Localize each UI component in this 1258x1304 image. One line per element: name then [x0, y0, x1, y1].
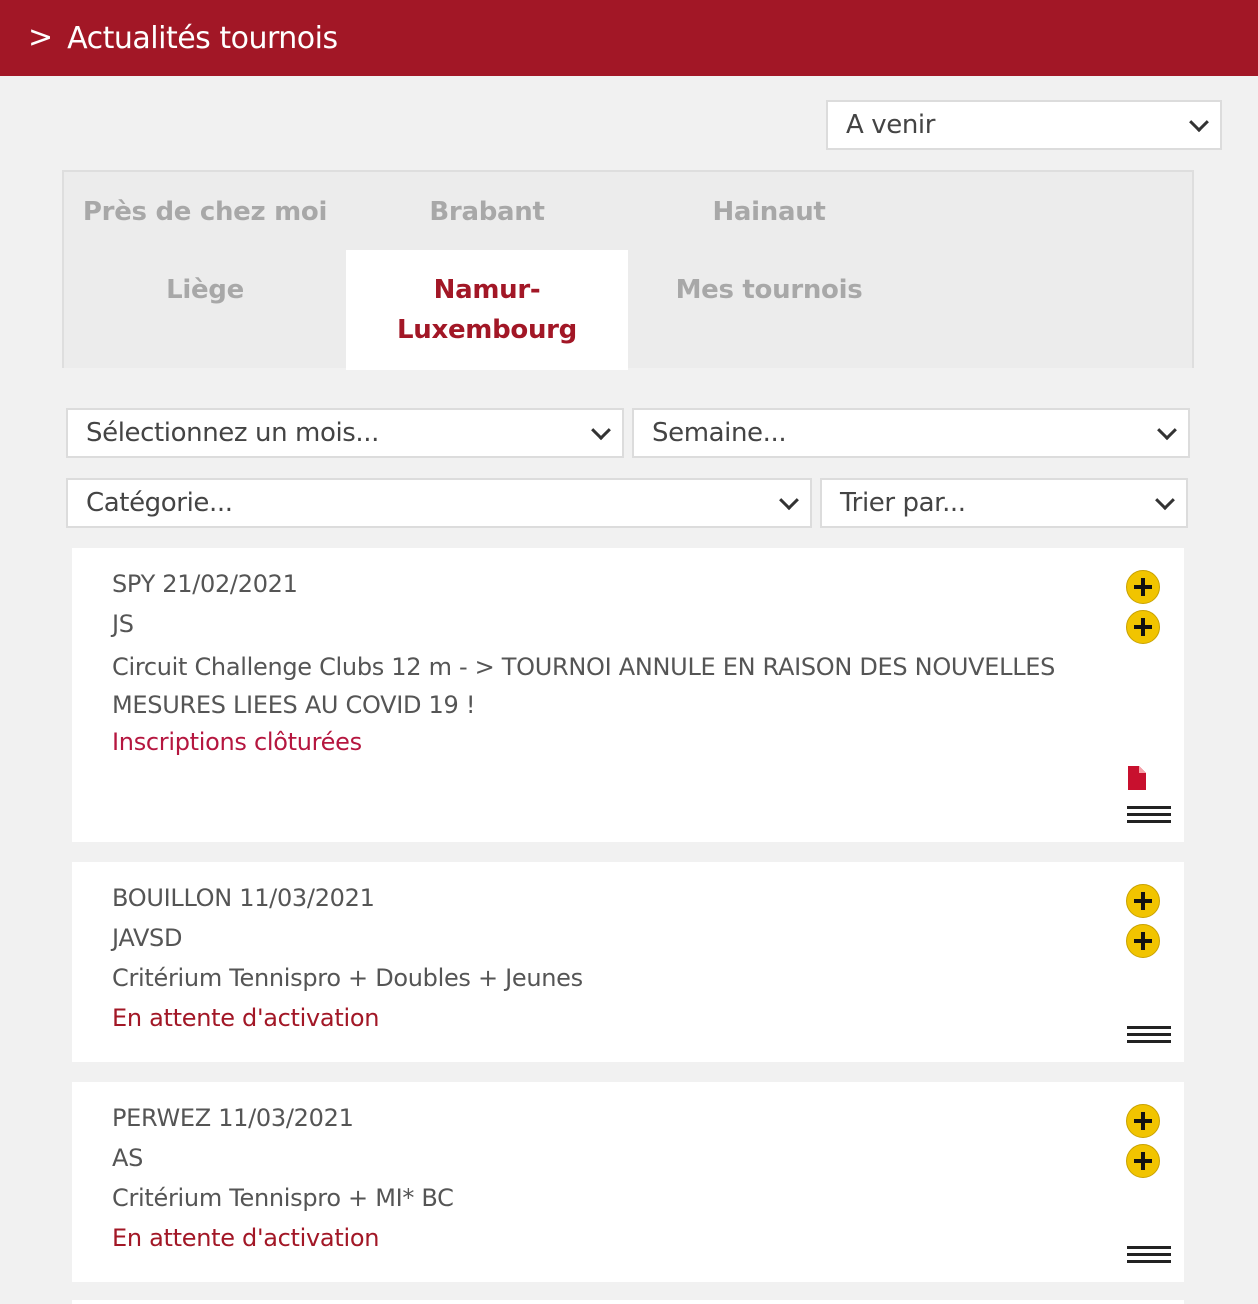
month-select-value: Sélectionnez un mois...: [86, 418, 380, 448]
tournament-code: JAVSD: [112, 924, 183, 952]
tab-label: Liège: [166, 275, 244, 305]
tab-hainaut[interactable]: Hainaut: [628, 186, 910, 238]
period-select-value: A venir: [846, 110, 936, 140]
add-plus-icon[interactable]: [1126, 1144, 1160, 1178]
tab-label: Près de chez moi: [82, 197, 328, 227]
tournament-card-partial: [72, 1300, 1184, 1304]
tab-label: Mes tournois: [675, 275, 863, 305]
tournament-card: BOUILLON 11/03/2021 JAVSD Critérium Tenn…: [72, 862, 1184, 1062]
pdf-document-icon[interactable]: [1128, 766, 1146, 790]
hamburger-menu-icon[interactable]: [1127, 806, 1171, 824]
month-select[interactable]: Sélectionnez un mois...: [66, 408, 624, 458]
tournament-title[interactable]: SPY 21/02/2021: [112, 570, 298, 598]
tournament-title[interactable]: BOUILLON 11/03/2021: [112, 884, 375, 912]
tournament-description: Critérium Tennispro + MI* BC: [112, 1184, 454, 1212]
category-select[interactable]: Catégorie...: [66, 478, 812, 528]
chevron-down-icon: [1157, 420, 1177, 441]
page-title: Actualités tournois: [67, 20, 338, 56]
region-tabs: Près de chez moi Brabant Hainaut Liège N…: [62, 170, 1194, 370]
week-select-value: Semaine...: [652, 418, 787, 448]
tab-label-line1: Namur-: [433, 275, 541, 305]
hamburger-menu-icon[interactable]: [1127, 1026, 1171, 1044]
tab-namur-luxembourg[interactable]: Namur- Luxembourg: [346, 250, 628, 370]
tab-label-line2: Luxembourg: [397, 315, 577, 345]
chevron-down-icon: [1189, 112, 1209, 133]
page-header: > Actualités tournois: [0, 0, 1258, 76]
tournament-description: Circuit Challenge Clubs 12 m - > TOURNOI…: [112, 653, 1056, 719]
tab-label: Brabant: [429, 197, 545, 227]
add-plus-icon[interactable]: [1126, 1104, 1160, 1138]
period-select[interactable]: A venir: [826, 100, 1222, 150]
tab-liege[interactable]: Liège: [64, 264, 346, 316]
tab-label: Hainaut: [712, 197, 826, 227]
tournament-code: JS: [112, 610, 134, 638]
add-plus-icon[interactable]: [1126, 884, 1160, 918]
tournament-card: PERWEZ 11/03/2021 AS Critérium Tennispro…: [72, 1082, 1184, 1282]
chevron-down-icon: [1155, 490, 1175, 511]
chevron-right-icon[interactable]: >: [28, 23, 53, 53]
week-select[interactable]: Semaine...: [632, 408, 1190, 458]
tab-brabant[interactable]: Brabant: [346, 186, 628, 238]
sort-select[interactable]: Trier par...: [820, 478, 1188, 528]
tournament-title[interactable]: PERWEZ 11/03/2021: [112, 1104, 354, 1132]
tournament-description: Critérium Tennispro + Doubles + Jeunes: [112, 964, 583, 992]
tab-mes-tournois[interactable]: Mes tournois: [628, 264, 910, 316]
tournament-card: SPY 21/02/2021 JS Circuit Challenge Club…: [72, 548, 1184, 842]
tournament-status: Inscriptions clôturées: [112, 728, 362, 756]
hamburger-menu-icon[interactable]: [1127, 1246, 1171, 1264]
tournament-status: En attente d'activation: [112, 1224, 380, 1252]
tournament-code: AS: [112, 1144, 144, 1172]
chevron-down-icon: [779, 490, 799, 511]
tournament-status: En attente d'activation: [112, 1004, 380, 1032]
category-select-value: Catégorie...: [86, 488, 233, 518]
chevron-down-icon: [591, 420, 611, 441]
add-plus-icon[interactable]: [1126, 610, 1160, 644]
add-plus-icon[interactable]: [1126, 924, 1160, 958]
sort-select-value: Trier par...: [840, 488, 966, 518]
add-plus-icon[interactable]: [1126, 570, 1160, 604]
tab-pres-de-chez-moi[interactable]: Près de chez moi: [64, 186, 346, 238]
